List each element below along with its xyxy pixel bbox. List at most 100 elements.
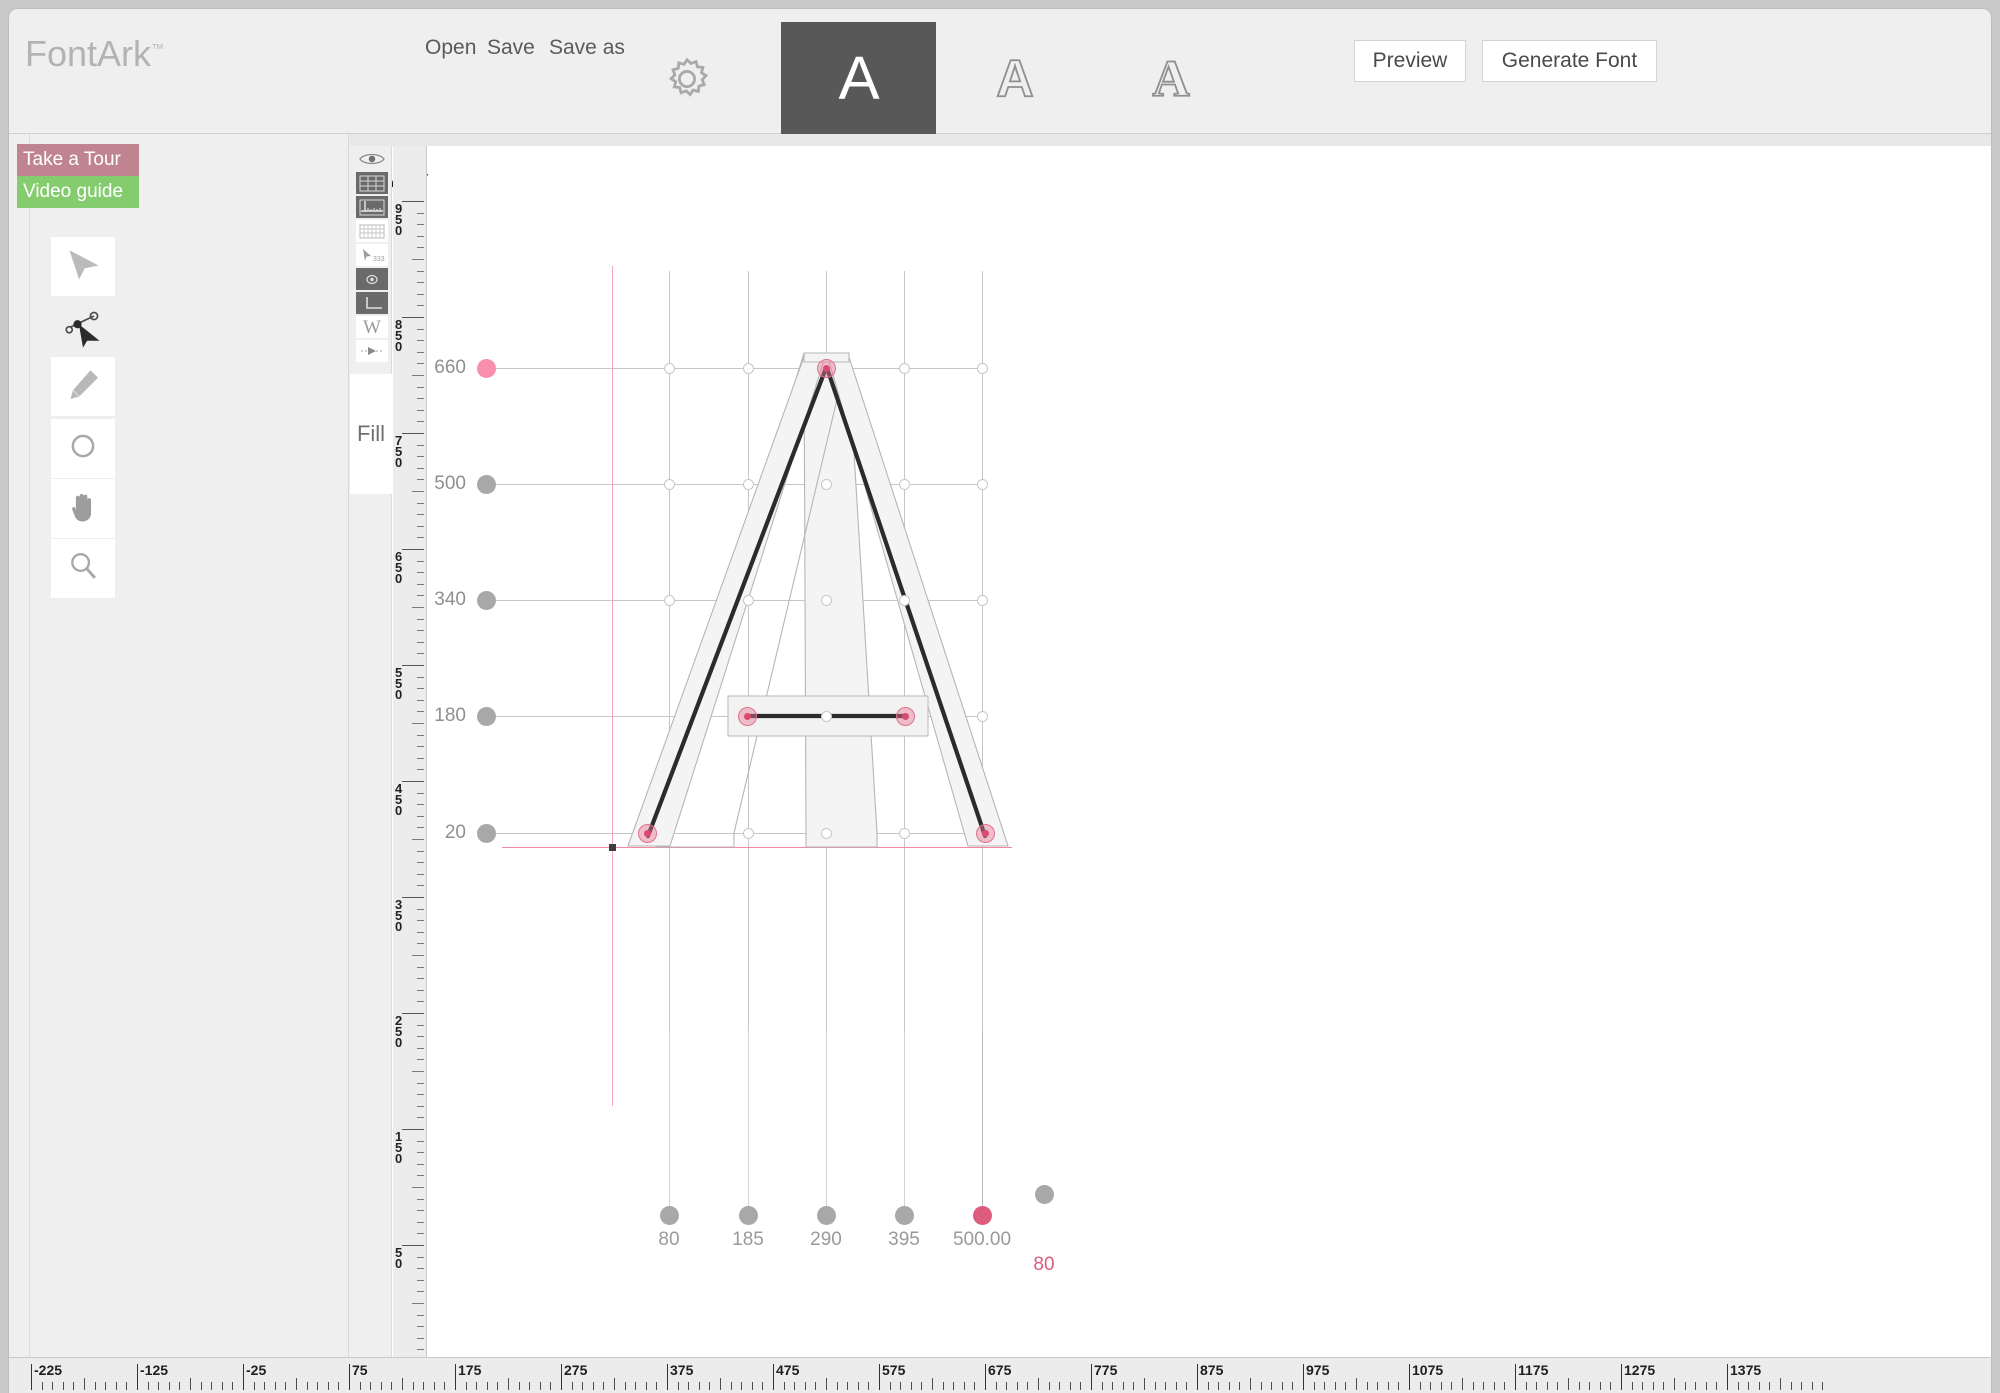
tool-zoom[interactable] xyxy=(51,539,115,599)
grid-node[interactable] xyxy=(821,828,832,839)
grid-node[interactable] xyxy=(664,363,675,374)
grid-ruler-icon[interactable] xyxy=(356,196,388,218)
skeleton-node-apex[interactable] xyxy=(817,359,836,378)
y-guide-handle-500[interactable] xyxy=(477,475,496,494)
x-guide-handle-395[interactable] xyxy=(895,1206,914,1225)
y-guide-handle-340[interactable] xyxy=(477,591,496,610)
ruler-tick-minor xyxy=(417,1175,424,1177)
ruler-label: 675 xyxy=(988,1362,1012,1378)
ruler-tick-major xyxy=(31,1364,32,1390)
grid-node[interactable] xyxy=(977,479,988,490)
grid-node[interactable] xyxy=(821,711,832,722)
fill-panel[interactable]: Fill xyxy=(350,374,392,494)
design-surface[interactable]: 660 500 340 180 20 80 185 290 395 500.00… xyxy=(428,146,1991,1393)
menu-save[interactable]: Save xyxy=(487,36,535,60)
menu-open[interactable]: Open xyxy=(425,36,476,60)
generate-font-button[interactable]: Generate Font xyxy=(1482,40,1657,82)
take-a-tour-button[interactable]: Take a Tour xyxy=(17,144,139,176)
width-handle[interactable] xyxy=(1035,1185,1054,1204)
tool-hand[interactable] xyxy=(51,479,115,539)
ruler-tick-minor xyxy=(417,931,424,933)
ruler-tick-minor xyxy=(1144,1378,1145,1390)
ruler-tick-major xyxy=(773,1364,774,1390)
ruler-tick-major xyxy=(1621,1364,1622,1390)
tab-glyph-view[interactable]: A xyxy=(781,22,936,135)
ruler-tick-minor xyxy=(417,282,424,284)
x-guide-label-395: 395 xyxy=(888,1229,920,1250)
grid-node[interactable] xyxy=(664,595,675,606)
ruler-tick-minor xyxy=(417,235,424,237)
horizontal-ruler[interactable]: -225 -125 -25 75 175 275 375 475 575 675 775 875 975… xyxy=(9,1357,1991,1393)
svg-text:333: 333 xyxy=(373,256,385,263)
ruler-tick-minor xyxy=(942,1382,944,1390)
app-root: FontArk™ Open Save Save as A A A Preview… xyxy=(0,0,2000,1393)
ruler-tick-minor xyxy=(868,1382,870,1390)
skeleton-node-bar-left[interactable] xyxy=(738,707,757,726)
grid-icon[interactable] xyxy=(356,172,388,194)
skeleton-node-bar-right[interactable] xyxy=(896,707,915,726)
ruler-tick-minor xyxy=(433,1382,435,1390)
dot-circle-icon[interactable] xyxy=(356,268,388,290)
tab-contour-view[interactable]: A xyxy=(1093,22,1248,135)
preview-button[interactable]: Preview xyxy=(1354,40,1466,82)
x-guide-handle-80[interactable] xyxy=(660,1206,679,1225)
axis-icon[interactable] xyxy=(356,292,388,314)
ruler-tick-minor xyxy=(1758,1382,1760,1390)
x-guide-handle-500[interactable] xyxy=(973,1206,992,1225)
cursor-snap-icon[interactable]: 333 xyxy=(356,244,388,266)
vertical-ruler[interactable]: 95085075065055045035025015050-50-150-250 xyxy=(393,146,427,1393)
grid-node[interactable] xyxy=(743,363,754,374)
arrow-marker-icon[interactable] xyxy=(356,340,388,362)
grid-node[interactable] xyxy=(664,479,675,490)
ruler-tick-minor xyxy=(1695,1382,1697,1390)
tool-select[interactable] xyxy=(51,237,115,297)
grid-node[interactable] xyxy=(743,595,754,606)
skeleton-node-right-foot[interactable] xyxy=(976,824,995,843)
ruler-tick-minor xyxy=(1737,1382,1739,1390)
x-guide-handle-290[interactable] xyxy=(817,1206,836,1225)
grid-node[interactable] xyxy=(899,595,910,606)
ruler-label: 175 xyxy=(458,1362,482,1378)
grid-node[interactable] xyxy=(821,479,832,490)
video-guide-button[interactable]: Video guide xyxy=(17,176,139,208)
skeleton-node-left-foot[interactable] xyxy=(638,824,657,843)
grid-node[interactable] xyxy=(899,828,910,839)
y-guide-handle-20[interactable] xyxy=(477,824,496,843)
y-guide-handle-660[interactable] xyxy=(477,359,496,378)
ruler-tick-major xyxy=(1515,1364,1516,1390)
eye-icon[interactable] xyxy=(356,146,388,172)
canvas-area[interactable]: A U+0041 Latin Capital letter A xyxy=(350,134,1991,1393)
ruler-tick-minor xyxy=(417,525,424,527)
tool-node-edit[interactable] xyxy=(51,299,115,359)
ruler-tick-minor xyxy=(1122,1382,1124,1390)
grid-node[interactable] xyxy=(977,595,988,606)
ruler-label: 975 xyxy=(1306,1362,1330,1378)
ruler-label: 375 xyxy=(670,1362,694,1378)
w-letter-icon[interactable]: W xyxy=(356,316,388,338)
magnifier-icon xyxy=(64,547,102,590)
x-guide-handle-185[interactable] xyxy=(739,1206,758,1225)
ruler-tick-minor xyxy=(417,688,424,690)
grid-node[interactable] xyxy=(743,479,754,490)
grid-node[interactable] xyxy=(977,363,988,374)
tool-pen[interactable] xyxy=(51,357,115,417)
ruler-tick-minor xyxy=(539,1382,541,1390)
grid-node[interactable] xyxy=(743,828,754,839)
tool-ellipse[interactable] xyxy=(51,419,115,479)
tab-settings[interactable] xyxy=(609,22,764,135)
ruler-tick-minor xyxy=(762,1382,764,1390)
ruler-label: 475 xyxy=(776,1362,800,1378)
grid-node[interactable] xyxy=(899,363,910,374)
ruler-tick-major xyxy=(667,1364,668,1390)
ruler-tick-minor xyxy=(417,409,424,411)
ruler-tick-minor xyxy=(412,1382,414,1390)
fine-grid-icon[interactable] xyxy=(356,220,388,242)
app-logo-text: FontArk xyxy=(25,33,152,74)
grid-node[interactable] xyxy=(977,711,988,722)
ruler-tick-minor xyxy=(417,792,424,794)
grid-node[interactable] xyxy=(899,479,910,490)
y-guide-handle-180[interactable] xyxy=(477,707,496,726)
tab-outline-view[interactable]: A xyxy=(937,22,1092,135)
grid-node[interactable] xyxy=(821,595,832,606)
ruler-tick-minor xyxy=(115,1382,117,1390)
